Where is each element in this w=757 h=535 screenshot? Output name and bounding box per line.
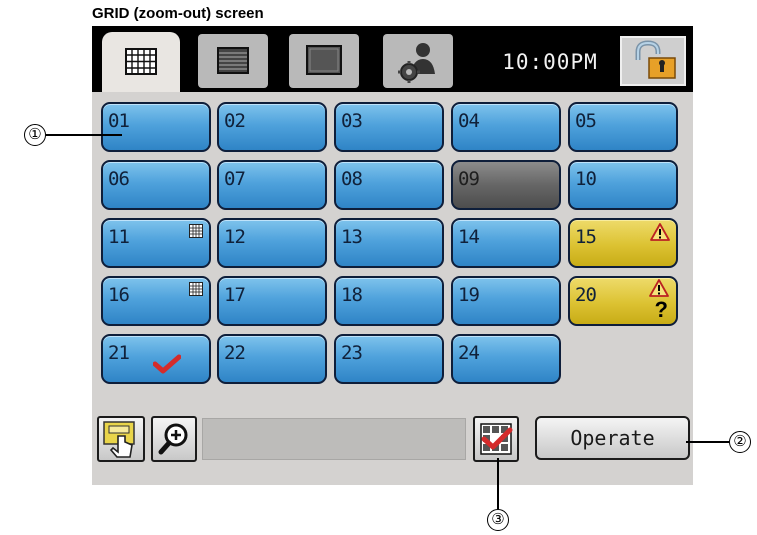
cell-label: 03 bbox=[341, 110, 363, 132]
unknown-status-icon: ? bbox=[654, 297, 668, 322]
grid-cell-03[interactable]: 03 bbox=[334, 102, 444, 152]
cell-label: 01 bbox=[108, 110, 130, 132]
grid-cell-22[interactable]: 22 bbox=[217, 334, 327, 384]
grid-cell-01[interactable]: 01 bbox=[101, 102, 211, 152]
tab-grid[interactable] bbox=[102, 32, 180, 92]
select-mode-button[interactable] bbox=[97, 416, 145, 462]
bottom-bar: Operate bbox=[92, 416, 693, 464]
cell-label: 23 bbox=[341, 342, 363, 364]
grid-icon bbox=[125, 48, 157, 75]
cell-label: 16 bbox=[108, 284, 130, 306]
group-grid-icon bbox=[189, 282, 203, 296]
warning-icon bbox=[649, 279, 669, 297]
grid-cell-14[interactable]: 14 bbox=[451, 218, 561, 268]
cell-label: 24 bbox=[458, 342, 480, 364]
cell-label: 02 bbox=[224, 110, 246, 132]
single-window-icon bbox=[306, 45, 342, 75]
grid-cell-10[interactable]: 10 bbox=[568, 160, 678, 210]
cell-label: 15 bbox=[575, 226, 597, 248]
callout-2: ② bbox=[729, 431, 751, 453]
zoom-in-icon bbox=[158, 423, 188, 455]
grid-cell-23[interactable]: 23 bbox=[334, 334, 444, 384]
grid-cell-12[interactable]: 12 bbox=[217, 218, 327, 268]
operate-button[interactable]: Operate bbox=[535, 416, 690, 460]
callout-3-leader bbox=[497, 458, 499, 509]
cell-label: 13 bbox=[341, 226, 363, 248]
cell-label: 22 bbox=[224, 342, 246, 364]
cell-label: 12 bbox=[224, 226, 246, 248]
grid-cell-05[interactable]: 05 bbox=[568, 102, 678, 152]
list-icon bbox=[217, 47, 249, 74]
cell-label: 11 bbox=[108, 226, 130, 248]
multi-select-button[interactable] bbox=[473, 416, 519, 462]
tab-settings[interactable] bbox=[383, 34, 453, 88]
zoom-button[interactable] bbox=[151, 416, 197, 462]
callout-1-leader bbox=[46, 134, 122, 136]
callout-1: ① bbox=[24, 124, 46, 146]
cell-label: 09 bbox=[458, 168, 480, 190]
cell-label: 14 bbox=[458, 226, 480, 248]
grid-cell-15[interactable]: 15 bbox=[568, 218, 678, 268]
top-bar: 10:00PM bbox=[92, 26, 693, 92]
grid-cell-11[interactable]: 11 bbox=[101, 218, 211, 268]
grid-cell-06[interactable]: 06 bbox=[101, 160, 211, 210]
cell-label: 21 bbox=[108, 342, 130, 364]
tab-list[interactable] bbox=[198, 34, 268, 88]
touch-select-icon bbox=[103, 421, 135, 458]
grid-cell-09[interactable]: 09 bbox=[451, 160, 561, 210]
group-grid-icon bbox=[189, 224, 203, 238]
grid-cell-13[interactable]: 13 bbox=[334, 218, 444, 268]
user-settings-icon bbox=[398, 43, 435, 83]
cell-label: 20 bbox=[575, 284, 597, 306]
warning-icon bbox=[650, 223, 670, 241]
cell-label: 06 bbox=[108, 168, 130, 190]
cell-label: 05 bbox=[575, 110, 597, 132]
screen-caption: GRID (zoom-out) screen bbox=[92, 5, 264, 22]
grid-screen: 10:00PM 01 02 03 04 05 06 07 08 09 10 11… bbox=[92, 26, 693, 485]
tab-single[interactable] bbox=[289, 34, 359, 88]
grid-cell-19[interactable]: 19 bbox=[451, 276, 561, 326]
grid-cell-08[interactable]: 08 bbox=[334, 160, 444, 210]
grid-cell-02[interactable]: 02 bbox=[217, 102, 327, 152]
cell-label: 08 bbox=[341, 168, 363, 190]
callout-2-leader bbox=[686, 441, 729, 443]
callout-3: ③ bbox=[487, 509, 509, 531]
cell-label: 17 bbox=[224, 284, 246, 306]
grid-cell-16[interactable]: 16 bbox=[101, 276, 211, 326]
check-icon bbox=[153, 354, 181, 374]
grid-cell-21[interactable]: 21 bbox=[101, 334, 211, 384]
grid-cell-17[interactable]: 17 bbox=[217, 276, 327, 326]
lock-button[interactable] bbox=[620, 36, 686, 86]
clock-time: 10:00PM bbox=[502, 50, 598, 74]
grid-cell-24[interactable]: 24 bbox=[451, 334, 561, 384]
cell-label: 04 bbox=[458, 110, 480, 132]
grid-cell-07[interactable]: 07 bbox=[217, 160, 327, 210]
grid-cell-20[interactable]: 20 ? bbox=[568, 276, 678, 326]
grid-cell-18[interactable]: 18 bbox=[334, 276, 444, 326]
bottom-bar-strip bbox=[202, 418, 466, 460]
multi-select-check-icon bbox=[480, 423, 513, 455]
grid-cell-04[interactable]: 04 bbox=[451, 102, 561, 152]
unlock-icon bbox=[635, 40, 676, 79]
cell-label: 19 bbox=[458, 284, 480, 306]
cell-label: 07 bbox=[224, 168, 246, 190]
cell-label: 18 bbox=[341, 284, 363, 306]
cell-label: 10 bbox=[575, 168, 597, 190]
